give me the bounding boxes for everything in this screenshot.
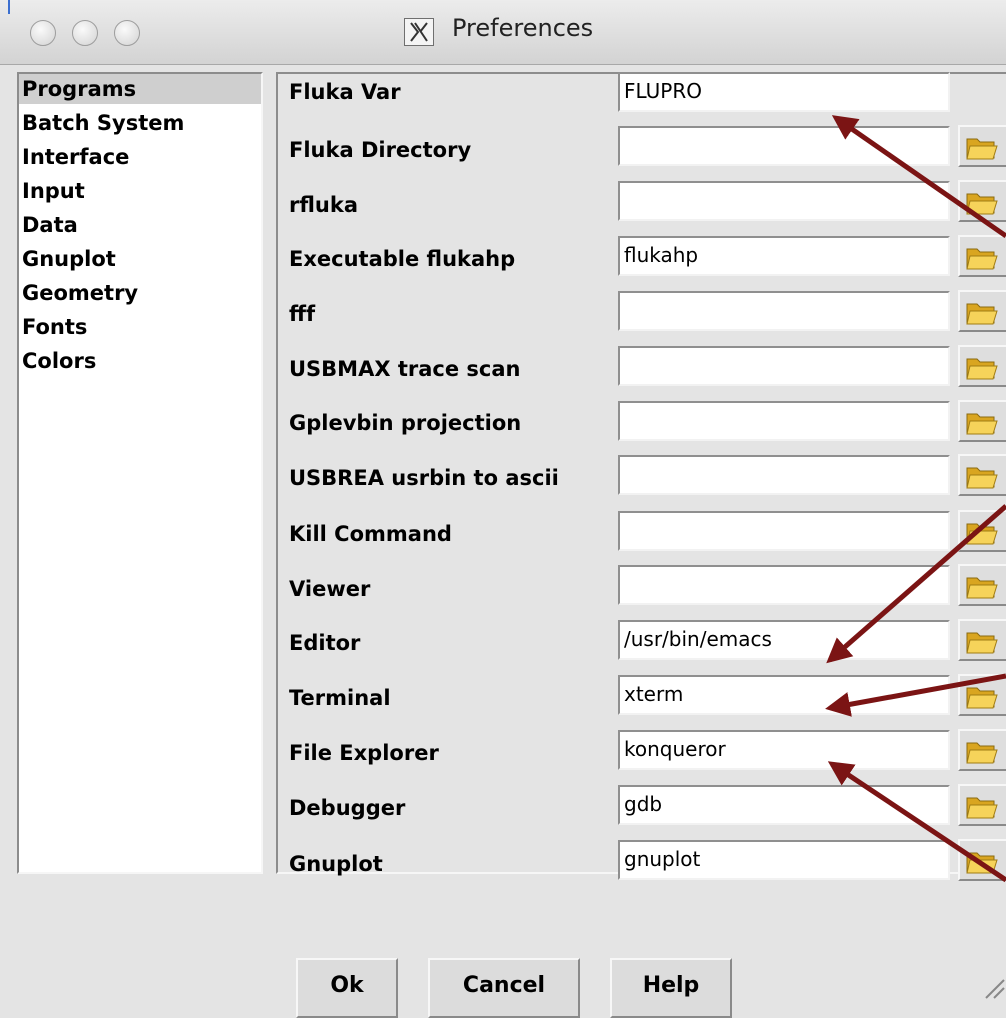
arrow-to-editor (826, 504, 1006, 664)
arrow-to-fluka-var (831, 115, 1006, 239)
annotation-arrows (825, 115, 1006, 883)
arrow-to-terminal (825, 673, 1006, 717)
arrow-to-file-explorer (827, 761, 1006, 883)
resize-grip[interactable] (984, 976, 1006, 1000)
